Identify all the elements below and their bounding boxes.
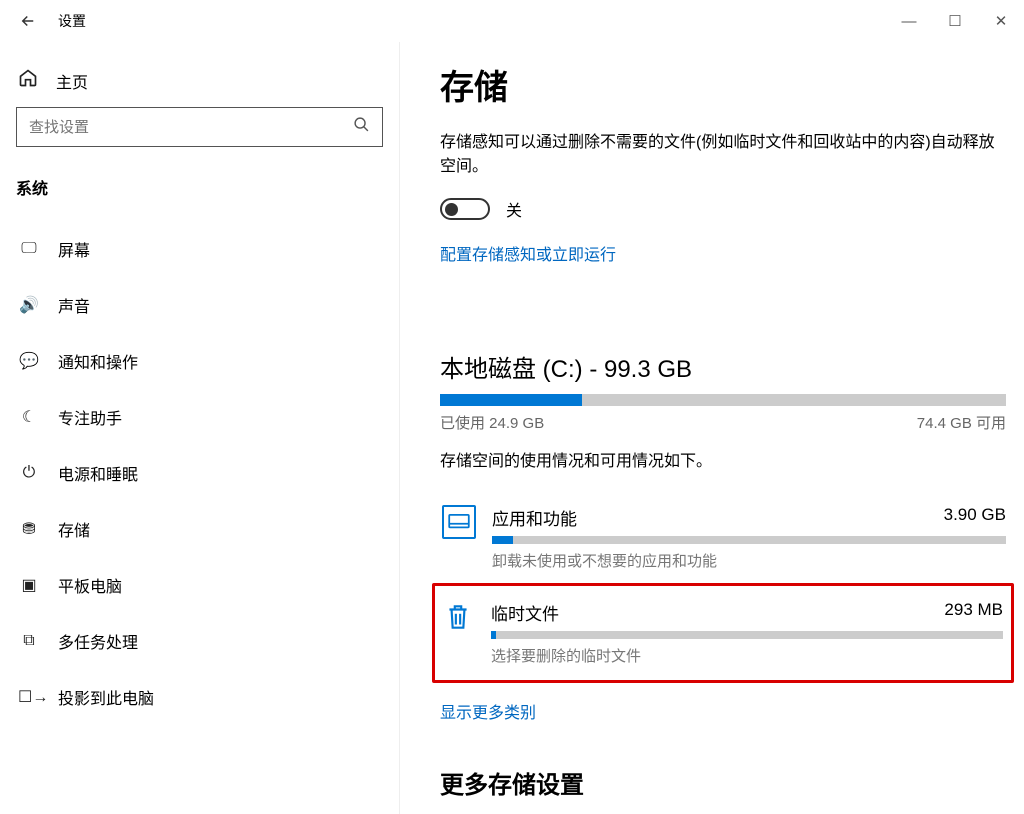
sidebar-item-label: 平板电脑 (58, 573, 122, 597)
sidebar: 主页 系统 🖵 屏幕 🔊 声音 💬 通知和操作 ☾ 专注助手 ⏻ 电源和睡眠 ⛃ 存储 ▣ 平… (0, 42, 400, 814)
home-link[interactable]: 主页 (16, 62, 383, 107)
sidebar-item-notifications[interactable]: 💬 通知和操作 (16, 333, 383, 389)
apps-icon (442, 505, 476, 539)
category-apps[interactable]: 应用和功能 3.90 GB 卸载未使用或不想要的应用和功能 (440, 497, 1006, 575)
window-title: 设置 (58, 11, 86, 31)
category-title: 应用和功能 (492, 505, 577, 530)
home-label: 主页 (56, 69, 88, 93)
back-button[interactable] (10, 3, 46, 39)
minimize-button[interactable]: — (886, 0, 932, 42)
sidebar-item-label: 通知和操作 (58, 349, 138, 373)
search-box[interactable] (16, 107, 383, 147)
home-icon (18, 68, 38, 93)
sidebar-item-label: 多任务处理 (58, 629, 138, 653)
sidebar-item-label: 屏幕 (58, 237, 90, 261)
sidebar-item-power[interactable]: ⏻ 电源和睡眠 (16, 445, 383, 501)
sidebar-item-label: 专注助手 (58, 405, 122, 429)
sound-icon: 🔊 (18, 295, 40, 315)
disk-header: 本地磁盘 (C:) - 99.3 GB (440, 349, 1006, 384)
multitask-icon: ⧉ (18, 632, 40, 650)
power-icon: ⏻ (18, 464, 40, 482)
maximize-button[interactable]: ☐ (932, 0, 978, 42)
title-bar: 设置 — ☐ ✕ (0, 0, 1024, 42)
category-size: 293 MB (944, 600, 1003, 625)
disk-usage-labels: 已使用 24.9 GB 74.4 GB 可用 (440, 412, 1006, 433)
free-label: 74.4 GB 可用 (917, 412, 1006, 433)
category-title: 临时文件 (491, 600, 559, 625)
window-controls: — ☐ ✕ (886, 0, 1024, 42)
sidebar-item-focus[interactable]: ☾ 专注助手 (16, 389, 383, 445)
sidebar-item-sound[interactable]: 🔊 声音 (16, 277, 383, 333)
page-title: 存储 (440, 60, 1006, 109)
search-input[interactable] (29, 119, 353, 136)
sidebar-item-storage[interactable]: ⛃ 存储 (16, 501, 383, 557)
category-size: 3.90 GB (944, 505, 1006, 530)
trash-icon (441, 600, 475, 634)
category-temp-files[interactable]: 临时文件 293 MB 选择要删除的临时文件 (439, 592, 1003, 670)
category-desc: 卸载未使用或不想要的应用和功能 (492, 550, 1006, 571)
category-desc: 选择要删除的临时文件 (491, 645, 1003, 666)
sidebar-item-label: 声音 (58, 293, 90, 317)
nav-list: 🖵 屏幕 🔊 声音 💬 通知和操作 ☾ 专注助手 ⏻ 电源和睡眠 ⛃ 存储 ▣ 平板电脑 ⧉ 多… (16, 221, 383, 725)
search-icon (353, 116, 370, 138)
sidebar-item-label: 投影到此电脑 (58, 685, 154, 709)
notifications-icon: 💬 (18, 351, 40, 371)
highlighted-temp-files: 临时文件 293 MB 选择要删除的临时文件 (432, 583, 1014, 683)
storage-icon: ⛃ (18, 519, 40, 539)
usage-description: 存储空间的使用情况和可用情况如下。 (440, 447, 1006, 471)
configure-storage-sense-link[interactable]: 配置存储感知或立即运行 (440, 241, 616, 265)
focus-icon: ☾ (18, 407, 40, 427)
sidebar-item-multitask[interactable]: ⧉ 多任务处理 (16, 613, 383, 669)
category-bar (492, 536, 1006, 544)
main-panel: 存储 存储感知可以通过删除不需要的文件(例如临时文件和回收站中的内容)自动释放空… (400, 42, 1024, 814)
projecting-icon: ☐→ (18, 687, 40, 707)
category-bar (491, 631, 1003, 639)
sidebar-item-label: 存储 (58, 517, 90, 541)
more-storage-settings-header: 更多存储设置 (440, 765, 1006, 800)
close-button[interactable]: ✕ (978, 0, 1024, 42)
sidebar-section-label: 系统 (16, 175, 383, 199)
sidebar-item-label: 电源和睡眠 (58, 461, 138, 485)
disk-usage-bar (440, 394, 1006, 406)
storage-sense-description: 存储感知可以通过删除不需要的文件(例如临时文件和回收站中的内容)自动释放空间。 (440, 131, 1006, 179)
toggle-state-label: 关 (506, 197, 522, 221)
sidebar-item-projecting[interactable]: ☐→ 投影到此电脑 (16, 669, 383, 725)
storage-sense-toggle[interactable] (440, 198, 490, 220)
tablet-icon: ▣ (18, 575, 40, 595)
show-more-categories-link[interactable]: 显示更多类别 (440, 699, 536, 723)
display-icon: 🖵 (18, 240, 40, 258)
used-label: 已使用 24.9 GB (440, 412, 544, 433)
sidebar-item-tablet[interactable]: ▣ 平板电脑 (16, 557, 383, 613)
sidebar-item-display[interactable]: 🖵 屏幕 (16, 221, 383, 277)
